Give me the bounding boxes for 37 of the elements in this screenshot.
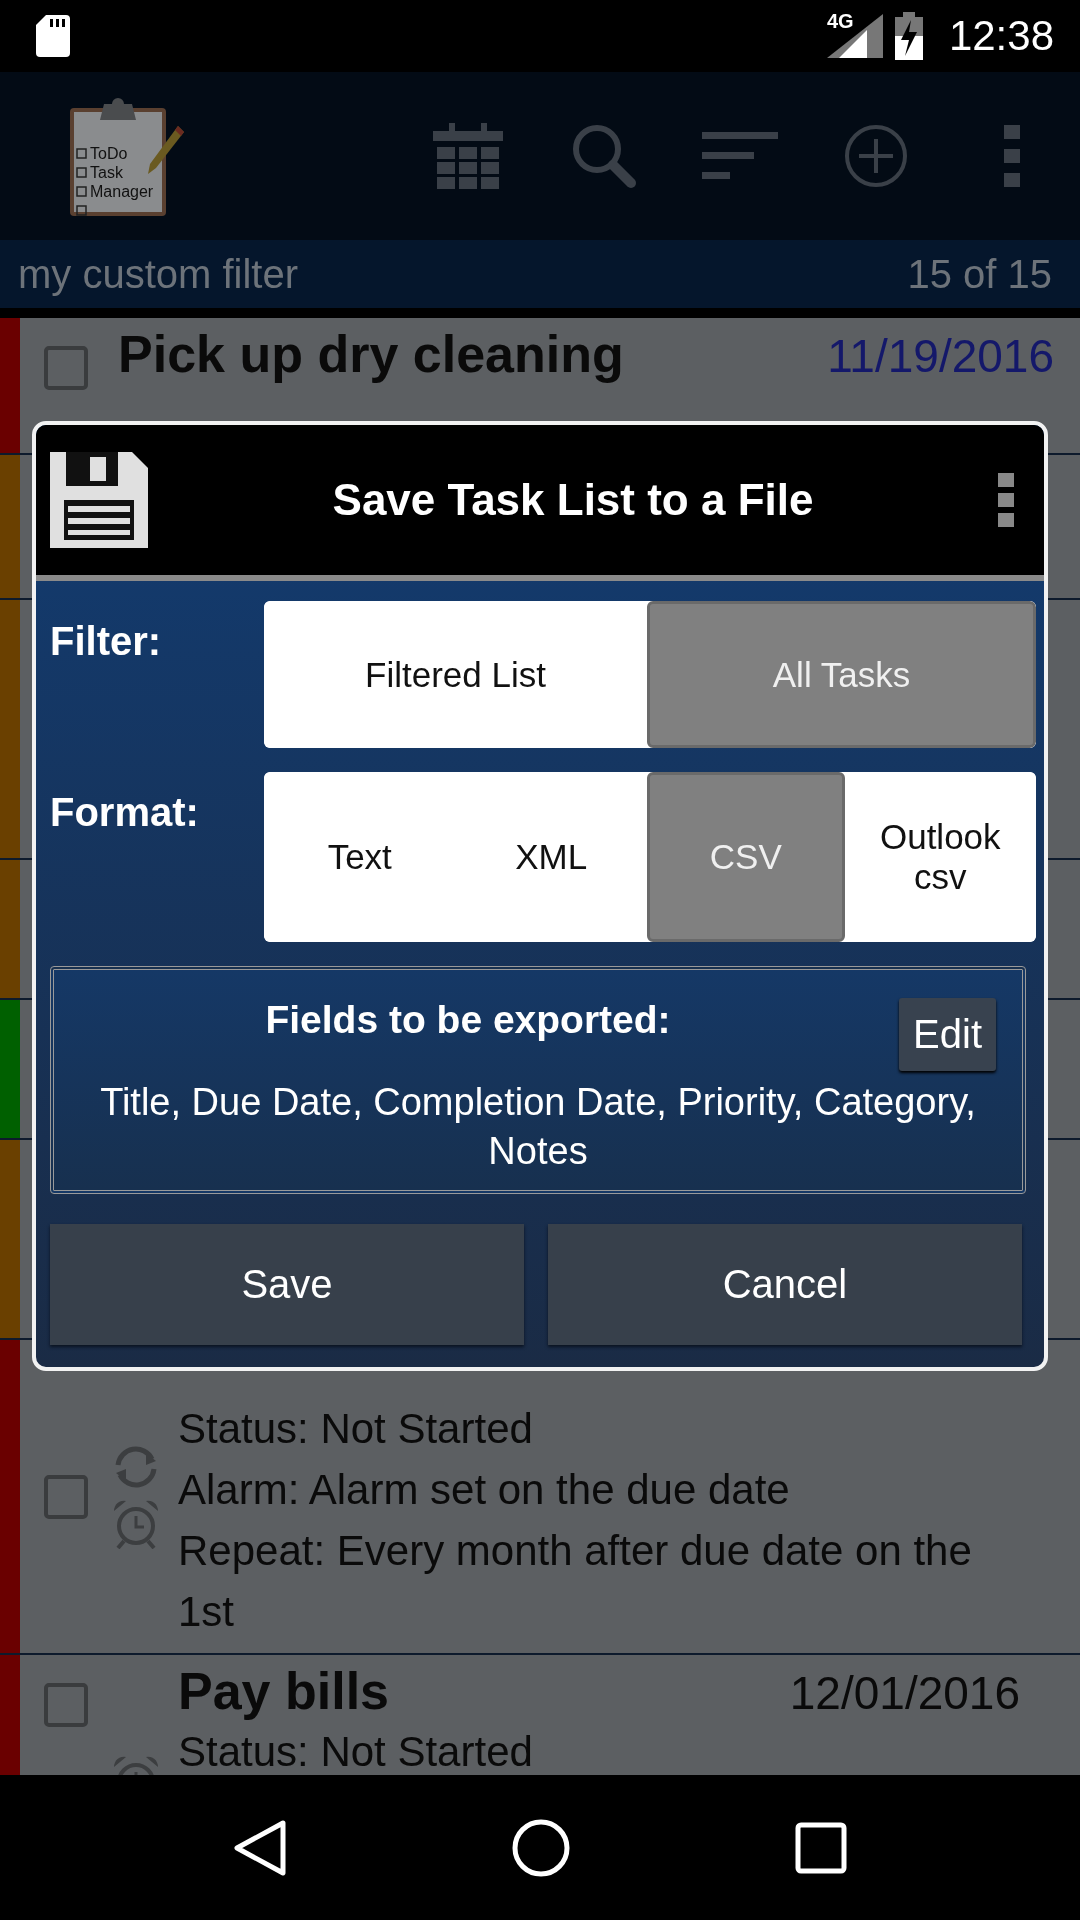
sort-icon[interactable] — [702, 132, 778, 180]
logo-text: Task — [90, 163, 124, 182]
format-label: Format: — [50, 789, 200, 836]
task-detail: Repeat: Every month after due date on the 1st — [178, 1526, 973, 1637]
save-button[interactable]: Save — [50, 1224, 524, 1345]
sd-card-icon — [36, 15, 70, 57]
task-title: Pick up dry cleaning — [118, 324, 624, 384]
fields-heading: Fields to be exported: — [264, 997, 672, 1043]
battery-icon — [894, 12, 923, 60]
signal-icon — [826, 14, 883, 58]
logo-text: ToDo — [90, 144, 129, 163]
task-title: Pay bills — [178, 1661, 389, 1721]
filter-name: my custom filter — [18, 251, 299, 297]
fields-list: Title, Due Date, Completion Date, Priority, Category, Notes — [70, 1078, 1006, 1176]
home-icon[interactable] — [512, 1818, 570, 1877]
due-date: 11/19/2016 — [827, 329, 1054, 383]
network-type: 4G — [826, 10, 854, 33]
due-date: 12/01/2016 — [789, 1666, 1020, 1720]
task-checkbox[interactable] — [44, 1474, 88, 1519]
search-icon[interactable] — [571, 123, 637, 189]
task-detail: Status: Not Started — [178, 1727, 534, 1775]
cancel-button[interactable]: Cancel — [548, 1224, 1022, 1345]
task-detail: Alarm: Alarm set on the due date — [178, 1465, 791, 1515]
filter-label: Filter: — [50, 618, 163, 665]
edit-button[interactable]: Edit — [899, 998, 996, 1071]
back-icon[interactable] — [232, 1818, 287, 1877]
calendar-icon[interactable] — [433, 123, 503, 189]
recents-icon[interactable] — [795, 1821, 848, 1874]
task-detail: Status: Not Started — [178, 1404, 534, 1454]
dialog-title: Save Task List to a File — [331, 475, 815, 525]
logo-text: Manager — [90, 182, 154, 201]
task-checkbox[interactable] — [44, 346, 88, 390]
clock-time: 12:38 — [948, 12, 1054, 60]
task-count: 15 of 15 — [907, 251, 1052, 297]
add-icon[interactable] — [843, 123, 909, 189]
more-icon[interactable] — [998, 473, 1014, 527]
task-checkbox[interactable] — [44, 1683, 88, 1727]
